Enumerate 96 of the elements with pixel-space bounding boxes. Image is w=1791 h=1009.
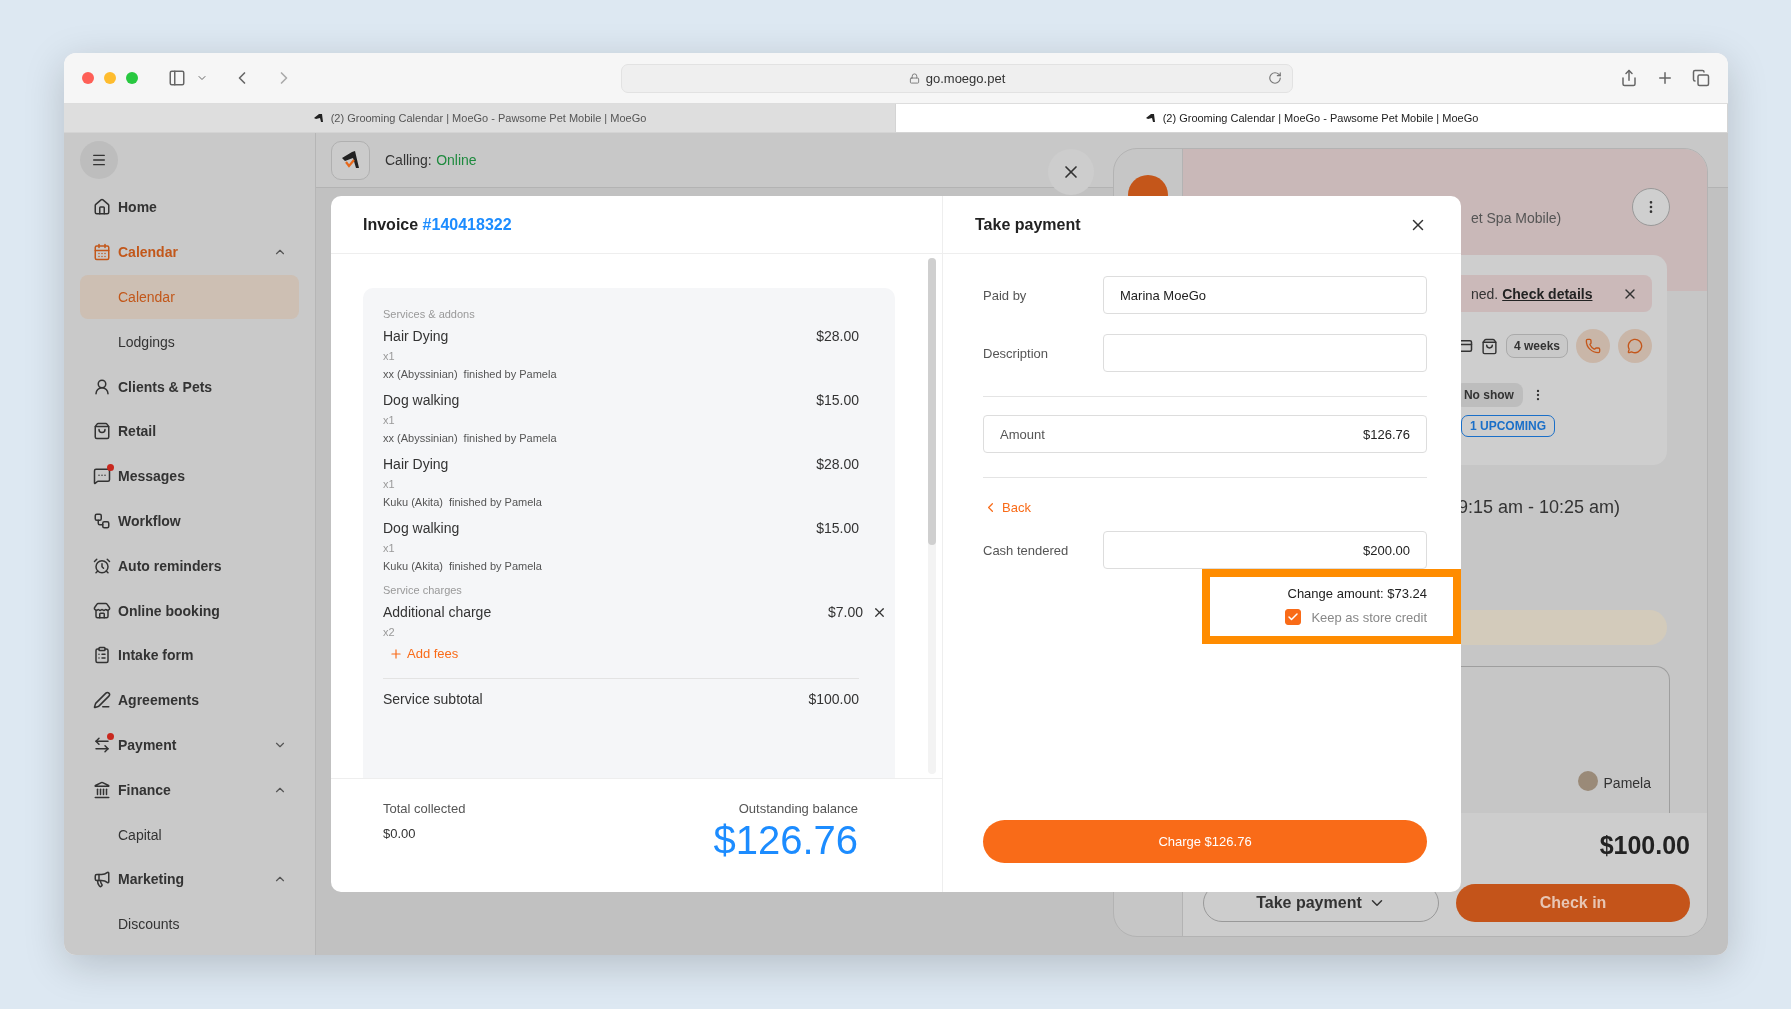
scrollbar[interactable] <box>928 258 936 774</box>
staff-note: finished by Pamela <box>463 368 557 380</box>
dialog-title: Take payment <box>975 215 1081 234</box>
invoice-title: Invoice #140418322 <box>363 215 512 234</box>
sidebar-toggle-icon[interactable] <box>168 69 186 87</box>
staff-name: Pamela <box>1603 775 1651 791</box>
alert-text: ned. <box>1470 285 1499 302</box>
change-amount: Change amount: $73.24 <box>1287 586 1427 601</box>
sidebar-subitem[interactable]: Discounts <box>80 901 299 947</box>
nav-icon <box>92 421 112 442</box>
nav-icon <box>92 645 112 666</box>
nav-icon <box>92 779 112 800</box>
item-name: Hair Dying <box>383 328 450 344</box>
total-collected-label: Total collected <box>383 801 466 816</box>
share-icon[interactable] <box>1620 69 1638 87</box>
sidebar-subitem[interactable]: Lodgings <box>80 319 299 365</box>
phone-icon <box>1585 338 1601 354</box>
calling-status: Online <box>436 152 477 168</box>
nav-icon <box>92 197 112 218</box>
browser-tab[interactable]: (2) Grooming Calendar | MoeGo - Pawsome Pet Mobile | MoeGo <box>64 104 896 132</box>
chat-icon <box>1627 338 1643 354</box>
paid-by-field[interactable]: Marina MoeGo <box>1103 276 1427 314</box>
outstanding-label: Outstanding balance <box>738 801 858 816</box>
item-quantity: x1 <box>383 478 396 490</box>
subtotal-value: $100.00 <box>808 691 859 707</box>
check-details-link[interactable]: Check details <box>1502 285 1593 302</box>
item-name: Additional charge <box>383 604 493 620</box>
staff-note: finished by Pamela <box>448 560 542 572</box>
phone-button[interactable] <box>1576 329 1610 363</box>
staff-note: finished by Pamela <box>463 432 557 444</box>
browser-tab[interactable]: (2) Grooming Calendar | MoeGo - Pawsome Pet Mobile | MoeGo <box>896 104 1728 132</box>
reload-icon[interactable] <box>1268 70 1282 85</box>
nav-icon <box>92 690 112 711</box>
item-name: Dog walking <box>383 520 461 536</box>
amount-field[interactable]: Amount $126.76 <box>983 415 1427 453</box>
sidebar-item[interactable]: Retail <box>80 409 299 454</box>
subtotal-label: Service subtotal <box>383 691 483 707</box>
bag-icon[interactable] <box>1480 337 1498 355</box>
url-text: go.moego.pet <box>925 70 1006 86</box>
new-tab-icon[interactable] <box>1656 69 1674 87</box>
pet-name: Kuku (Akita) <box>383 496 443 508</box>
sidebar-item[interactable]: Finance <box>80 767 299 813</box>
pet-name: xx (Abyssinian) <box>383 368 458 380</box>
tabs-overview-icon[interactable] <box>1692 69 1710 87</box>
location-text: et Spa Mobile) <box>1470 210 1563 226</box>
item-quantity: x1 <box>383 542 396 554</box>
sidebar-item[interactable]: Auto reminders <box>80 543 299 589</box>
description-field[interactable] <box>1103 334 1427 372</box>
sidebar-item[interactable]: Clients & Pets <box>80 364 299 409</box>
sidebar-item[interactable]: Online booking <box>80 588 299 633</box>
item-quantity: x1 <box>383 350 396 362</box>
close-light-icon[interactable] <box>82 72 94 84</box>
item-price: $28.00 <box>816 456 859 472</box>
lock-icon <box>908 72 920 84</box>
item-price: $15.00 <box>816 392 859 408</box>
logo-icon[interactable] <box>331 140 370 180</box>
outstanding-balance: $126.76 <box>713 818 858 863</box>
item-price: $7.00 <box>827 604 863 620</box>
sidebar-item[interactable]: Workflow <box>80 498 299 544</box>
total-collected-value: $0.00 <box>383 826 416 841</box>
staff-note: finished by Pamela <box>448 496 542 508</box>
sidebar-item[interactable]: Payment <box>80 722 299 768</box>
sidebar-item[interactable]: Intake form <box>80 632 299 678</box>
sidebar-item[interactable]: Home <box>80 185 299 230</box>
sidebar-item[interactable]: Marketing <box>80 856 299 902</box>
plus-icon <box>389 646 403 661</box>
field-label: Cash tendered <box>983 542 1070 558</box>
section-heading: Services & addons <box>383 308 476 320</box>
sidebar-item[interactable]: Agreements <box>80 677 299 723</box>
item-name: Hair Dying <box>383 456 450 472</box>
chat-button[interactable] <box>1618 329 1652 363</box>
frequency-tag: 4 weeks <box>1505 334 1568 358</box>
cash-tendered-field[interactable]: $200.00 <box>1103 531 1427 569</box>
nav-icon <box>92 869 112 890</box>
item-name: Dog walking <box>383 392 461 408</box>
pet-name: xx (Abyssinian) <box>383 432 458 444</box>
sidebar-subitem[interactable]: Capital <box>80 812 299 857</box>
item-price: $15.00 <box>816 520 859 536</box>
sidebar-item[interactable]: Messages <box>80 453 299 499</box>
nav-icon <box>92 600 112 621</box>
field-label: Description <box>983 345 1050 361</box>
item-price: $28.00 <box>816 328 859 344</box>
checkbox-icon[interactable] <box>1285 609 1302 625</box>
field-label: Paid by <box>983 287 1028 303</box>
item-quantity: x1 <box>383 414 396 426</box>
address-bar[interactable]: go.moego.pet <box>621 63 1293 93</box>
calling-label: Calling: <box>385 152 432 168</box>
store-credit-checkbox[interactable]: Keep as store credit <box>1285 609 1427 625</box>
item-quantity: x2 <box>383 626 396 638</box>
total-amount: $100.00 <box>1599 831 1690 860</box>
avatar-icon <box>1577 771 1598 791</box>
menu-button[interactable] <box>80 141 118 179</box>
menu-icon <box>91 152 107 168</box>
pet-name: Kuku (Akita) <box>383 560 443 572</box>
nav-icon <box>92 242 112 263</box>
section-heading: Service charges <box>383 584 463 596</box>
